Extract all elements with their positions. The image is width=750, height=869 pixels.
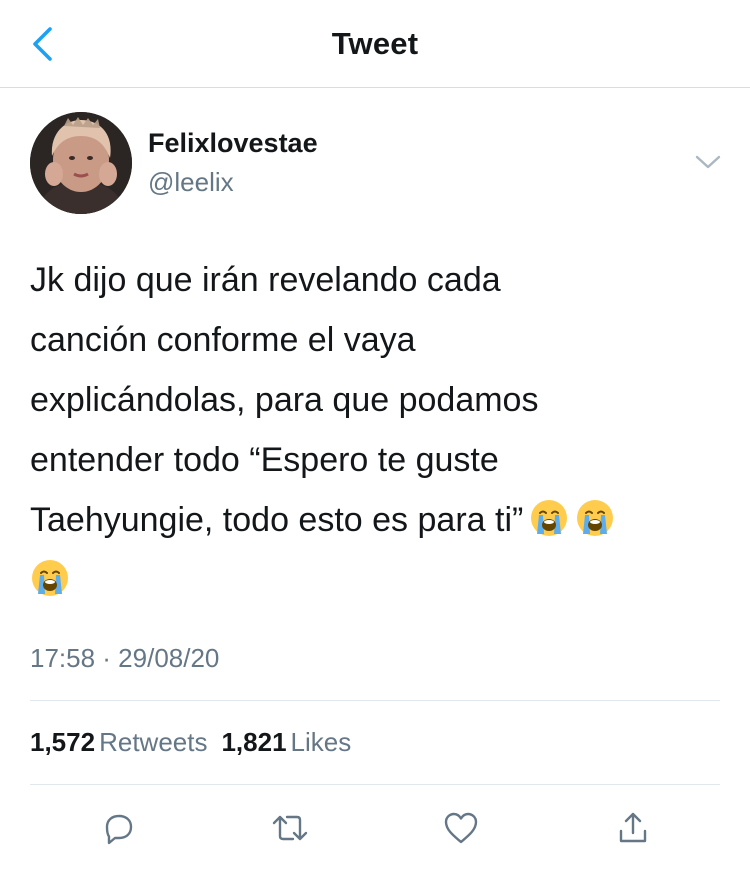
retweet-icon [272, 815, 308, 841]
tweet-stats: 1,572 Retweets 1,821 Likes [30, 727, 351, 758]
likes-stat[interactable]: 1,821 Likes [221, 727, 351, 757]
tweet-line: entender todo “Espero te guste [30, 441, 499, 479]
display-name[interactable]: Felixlovestae [148, 128, 318, 159]
tweet-text: Jk dijo que irán revelando cada canción … [30, 250, 730, 610]
likes-label: Likes [290, 727, 352, 757]
likes-count: 1,821 [221, 727, 287, 757]
crying-emoji-icon [529, 497, 569, 537]
reply-button[interactable] [98, 808, 138, 848]
retweets-count: 1,572 [30, 727, 96, 757]
page-title: Tweet [331, 26, 419, 61]
tweet-line: explicándolas, para que podamos [30, 381, 539, 419]
retweets-stat[interactable]: 1,572 Retweets [30, 727, 207, 757]
tweet-line-with-emoji: Taehyungie, todo esto es para ti” [30, 490, 730, 550]
retweet-button[interactable] [270, 808, 310, 848]
user-handle[interactable]: @leelix [148, 167, 234, 198]
tweet-line: Taehyungie, todo esto es para ti” [30, 501, 524, 539]
top-bar: Tweet [0, 0, 750, 88]
like-button[interactable] [441, 808, 481, 848]
tweet-line: Jk dijo que irán revelando cada [30, 261, 501, 299]
crying-emoji-icon [30, 557, 70, 597]
more-options-button[interactable] [692, 150, 724, 174]
chevron-down-icon [695, 155, 721, 169]
like-icon [444, 812, 478, 844]
tweet-line: canción conforme el vaya [30, 321, 416, 359]
tweet-timestamp: 17:58 · 29/08/20 [30, 643, 220, 673]
retweets-label: Retweets [99, 727, 208, 757]
avatar[interactable] [30, 112, 132, 214]
divider [30, 784, 720, 785]
divider [30, 700, 720, 701]
crying-emoji-icon [575, 497, 615, 537]
share-icon [619, 812, 647, 843]
reply-icon [105, 814, 133, 845]
tweet-line-emoji [30, 550, 730, 610]
share-button[interactable] [613, 808, 653, 848]
